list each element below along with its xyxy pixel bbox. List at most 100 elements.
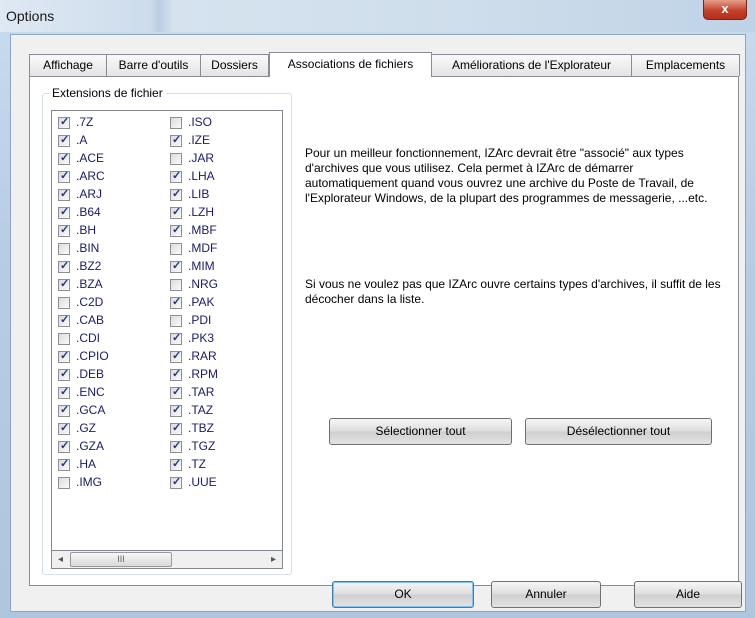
extension-checkbox[interactable] — [58, 115, 70, 129]
uncheck-info-text: Si vous ne voulez pas que IZArc ouvre ce… — [305, 277, 721, 306]
extension-label: .PAK — [188, 295, 215, 309]
extension-checkbox[interactable] — [58, 205, 70, 219]
extension-label: .TAR — [188, 385, 215, 399]
extension-checkbox[interactable] — [170, 279, 182, 291]
extension-checkbox[interactable] — [170, 457, 182, 471]
extension-label: .RPM — [188, 367, 218, 381]
scroll-left-icon[interactable]: ◂ — [52, 551, 69, 568]
title-bar[interactable]: Options x — [0, 0, 755, 32]
extension-label: .MBF — [188, 223, 217, 237]
extension-checkbox[interactable] — [170, 205, 182, 219]
extension-checkbox[interactable] — [170, 243, 182, 255]
extension-checkbox[interactable] — [170, 367, 182, 381]
extension-checkbox[interactable] — [58, 259, 70, 273]
extension-checkbox[interactable] — [170, 315, 182, 327]
cancel-button[interactable]: Annuler — [491, 581, 601, 608]
extension-label: .LHA — [188, 169, 215, 183]
dialog-client-area: Affichage Barre d'outils Dossiers Associ… — [10, 34, 746, 612]
select-all-button[interactable]: Sélectionner tout — [329, 418, 512, 445]
tab-emplacements[interactable]: Emplacements — [631, 54, 740, 76]
extension-checkbox[interactable] — [170, 385, 182, 399]
help-button[interactable]: Aide — [634, 581, 742, 608]
tab-affichage[interactable]: Affichage — [29, 54, 107, 76]
tab-barre-outils[interactable]: Barre d'outils — [106, 54, 201, 76]
extensions-list[interactable]: .7Z .A .ACE .ARC .ARJ .B64 .BH .BIN .BZ2 .BZA .C2D… — [51, 110, 283, 551]
extension-checkbox[interactable] — [58, 243, 70, 255]
extension-label: .IMG — [76, 475, 102, 489]
extension-label: .GZ — [76, 421, 96, 435]
extension-checkbox[interactable] — [58, 277, 70, 291]
extension-checkbox[interactable] — [58, 457, 70, 471]
tab-ameliorations-explorateur[interactable]: Améliorations de l'Explorateur — [431, 54, 632, 76]
extension-label: .A — [76, 133, 88, 147]
extension-checkbox[interactable] — [170, 349, 182, 363]
extensions-group-label: Extensions de fichier — [49, 86, 166, 100]
extension-checkbox[interactable] — [58, 223, 70, 237]
extension-checkbox[interactable] — [170, 439, 182, 453]
extension-label: .ARJ — [76, 187, 103, 201]
extension-checkbox[interactable] — [58, 169, 70, 183]
scroll-thumb[interactable]: III — [70, 552, 172, 567]
extension-label: .ISO — [188, 115, 213, 129]
extension-checkbox[interactable] — [58, 367, 70, 381]
extension-label: .TAZ — [188, 403, 214, 417]
options-window: Options x Affichage Barre d'outils Dossi… — [0, 0, 755, 618]
extension-checkbox[interactable] — [58, 385, 70, 399]
extension-label: .GZA — [76, 439, 105, 453]
close-button[interactable]: x — [703, 0, 747, 20]
extension-label: .CAB — [76, 313, 105, 327]
extension-checkbox[interactable] — [58, 439, 70, 453]
extension-checkbox[interactable] — [58, 349, 70, 363]
extension-label: .IZE — [188, 133, 211, 147]
extension-label: .TZ — [188, 457, 206, 471]
extension-checkbox[interactable] — [58, 297, 70, 309]
extension-checkbox[interactable] — [170, 421, 182, 435]
deselect-all-button[interactable]: Désélectionner tout — [525, 418, 712, 445]
extension-label: .BIN — [76, 241, 100, 255]
extension-checkbox[interactable] — [58, 477, 70, 489]
extension-label: .HA — [76, 457, 97, 471]
extension-label: .DEB — [76, 367, 105, 381]
extension-checkbox[interactable] — [170, 133, 182, 147]
tab-panel-associations: Extensions de fichier .7Z .A .ACE .ARC .ARJ.… — [29, 76, 739, 586]
extension-checkbox[interactable] — [58, 187, 70, 201]
scroll-right-icon[interactable]: ▸ — [265, 551, 282, 568]
extension-label: .B64 — [76, 205, 101, 219]
extension-label: .BZ2 — [76, 259, 102, 273]
extension-checkbox[interactable] — [170, 169, 182, 183]
extension-label: .TBZ — [188, 421, 214, 435]
extension-checkbox[interactable] — [58, 403, 70, 417]
extension-checkbox[interactable] — [58, 333, 70, 345]
extension-checkbox[interactable] — [170, 259, 182, 273]
ok-button[interactable]: OK — [332, 581, 474, 608]
tab-dossiers[interactable]: Dossiers — [200, 54, 269, 76]
extension-label: .PDI — [188, 313, 212, 327]
extension-label: .TGZ — [188, 439, 216, 453]
extension-label: .BZA — [76, 277, 103, 291]
extension-label: .MIM — [188, 259, 215, 273]
extension-checkbox[interactable] — [58, 133, 70, 147]
extension-checkbox[interactable] — [170, 223, 182, 237]
extension-label: .CDI — [76, 331, 100, 345]
horizontal-scrollbar[interactable]: ◂ III ▸ — [51, 551, 283, 569]
extension-checkbox[interactable] — [170, 475, 182, 489]
tab-associations-fichiers[interactable]: Associations de fichiers — [269, 52, 432, 77]
extension-checkbox[interactable] — [170, 295, 182, 309]
extension-label: .C2D — [76, 295, 104, 309]
extension-checkbox[interactable] — [58, 421, 70, 435]
extension-label: .MDF — [188, 241, 218, 255]
extension-label: .PK3 — [188, 331, 215, 345]
extension-label: .BH — [76, 223, 97, 237]
extension-label: .CPIO — [76, 349, 109, 363]
extension-label: .ACE — [76, 151, 105, 165]
extension-checkbox[interactable] — [58, 151, 70, 165]
extension-checkbox[interactable] — [170, 117, 182, 129]
extension-label: .RAR — [188, 349, 217, 363]
extension-checkbox[interactable] — [170, 331, 182, 345]
extension-label: .ARC — [76, 169, 105, 183]
extension-checkbox[interactable] — [58, 313, 70, 327]
extension-checkbox[interactable] — [170, 403, 182, 417]
extension-label: .UUE — [188, 475, 217, 489]
extension-checkbox[interactable] — [170, 153, 182, 165]
extension-checkbox[interactable] — [170, 187, 182, 201]
